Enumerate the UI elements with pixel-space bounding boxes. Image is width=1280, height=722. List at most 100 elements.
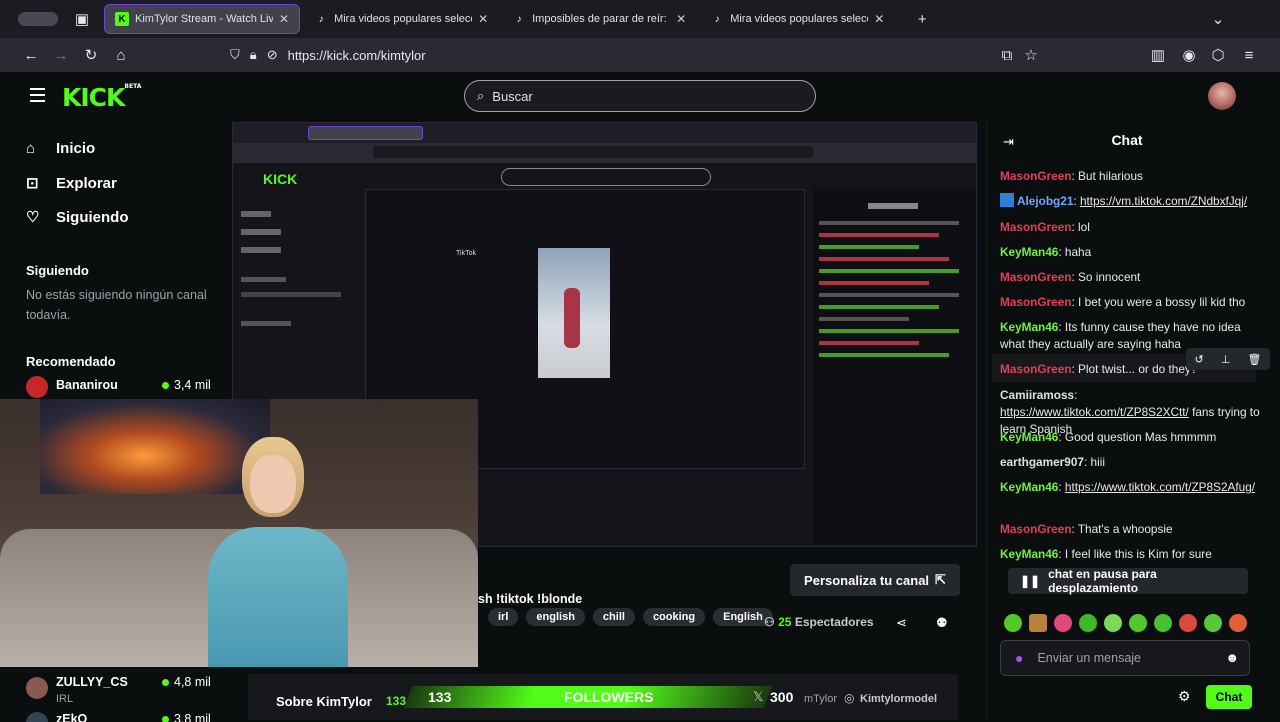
- menu-icon[interactable]: ≡: [1235, 41, 1263, 69]
- chat-input[interactable]: ● Enviar un mensaje ☻: [1000, 640, 1250, 676]
- tag-english[interactable]: english: [526, 608, 585, 626]
- chat-message[interactable]: KeyMan46: I feel like this is Kim for su…: [1000, 546, 1262, 563]
- nested-tiktok-label: TikTok: [456, 250, 476, 257]
- emote-icon[interactable]: [1204, 614, 1222, 632]
- nested-search: [501, 168, 711, 186]
- microphone-icon[interactable]: ●: [1015, 650, 1023, 666]
- external-link-icon: ⇱: [935, 572, 946, 587]
- close-icon[interactable]: ✕: [279, 12, 289, 26]
- pause-icon: ❚❚: [1020, 574, 1041, 588]
- emote-icon[interactable]: [1104, 614, 1122, 632]
- tab-list-chevron-icon[interactable]: ⌄: [1204, 5, 1232, 33]
- delete-icon[interactable]: 🗑︎: [1247, 353, 1261, 366]
- tab-tiktok-1[interactable]: ♪ Mira videos populares seleccion ✕: [304, 4, 498, 34]
- hamburger-menu-icon[interactable]: [30, 88, 45, 102]
- following-empty-text: No estás siguiendo ningún canal todavía.: [26, 288, 207, 322]
- followers-goal-number: 133: [386, 694, 407, 708]
- stream-area: KICK TikTok sh !tiktok !blonde irl engli…: [0, 120, 986, 720]
- sidebar-item-inicio[interactable]: ⌂ Inicio: [26, 140, 95, 157]
- chat-message[interactable]: MasonGreen: lol: [1000, 219, 1262, 236]
- instagram-icon[interactable]: ◎: [844, 691, 854, 705]
- tag-chill[interactable]: chill: [592, 608, 635, 626]
- share-icon[interactable]: ⋖: [896, 615, 907, 631]
- chat-message[interactable]: KeyMan46: haha: [1000, 244, 1262, 261]
- lock-icon[interactable]: 🔒︎: [250, 47, 257, 63]
- chat-message[interactable]: earthgamer907: hiii: [1000, 454, 1262, 471]
- bookmark-star-icon[interactable]: ☆: [1017, 41, 1045, 69]
- tab-overview-icon[interactable]: ▣: [68, 5, 96, 33]
- webcam-overlay: [0, 399, 478, 667]
- tab-tiktok-2[interactable]: ♪ Imposibles de parar de reír: mon ✕: [502, 4, 696, 34]
- tag-cooking[interactable]: cooking: [642, 608, 706, 626]
- chat-message[interactable]: MasonGreen: I bet you were a bossy lil k…: [1000, 294, 1262, 311]
- tag-irl[interactable]: irl: [488, 608, 519, 626]
- sidebar-item-siguiendo[interactable]: ♡ Siguiendo: [26, 208, 129, 227]
- shield-icon[interactable]: ⛉: [230, 47, 240, 63]
- extensions-icon[interactable]: ⬡: [1204, 41, 1232, 69]
- chat-message[interactable]: MasonGreen: But hilarious: [1000, 168, 1262, 185]
- recommended-channel-zullyy[interactable]: ZULLYY_CS IRL 4,8 mil: [26, 675, 216, 711]
- home-icon[interactable]: ⌂: [107, 41, 135, 69]
- chat-message[interactable]: Alejobg21: https://vm.tiktok.com/ZNdbxfJ…: [1000, 193, 1262, 210]
- recommended-channel-bananirou[interactable]: Bananirou 3,4 mil: [26, 376, 216, 398]
- emote-icon[interactable]: [1179, 614, 1197, 632]
- sidebar-item-explorar[interactable]: ⊡ Explorar: [26, 174, 117, 193]
- heart-icon: ♡: [26, 209, 40, 226]
- account-icon[interactable]: ◉: [1175, 41, 1203, 69]
- about-section: Sobre KimTylor 133 133 FOLLOWERS 𝕏 300 m…: [248, 674, 958, 720]
- nested-kick-logo: KICK: [263, 171, 298, 187]
- tab-kimtylor[interactable]: K KimTylor Stream - Watch Live on Kick ✕: [104, 4, 301, 34]
- tiktok-icon: ♪: [318, 13, 324, 25]
- emote-icon[interactable]: [1054, 614, 1072, 632]
- close-icon[interactable]: ✕: [874, 12, 884, 26]
- sidebar-icon[interactable]: ▥: [1144, 41, 1172, 69]
- social-handle-short: mTylor: [804, 693, 837, 705]
- customize-channel-button[interactable]: Personaliza tu canal ⇱: [790, 564, 960, 596]
- url-text[interactable]: https://kick.com/kimtylor: [288, 48, 426, 63]
- search-input[interactable]: ⌕ Buscar: [464, 80, 816, 112]
- pin-icon[interactable]: ⊥: [1221, 353, 1231, 366]
- new-tab-button[interactable]: +: [908, 5, 936, 33]
- followers-label: FOLLOWERS: [564, 689, 654, 705]
- emote-icon[interactable]: [1229, 614, 1247, 632]
- compass-icon: ⊡: [26, 175, 39, 192]
- permissions-icon[interactable]: ⊘: [267, 47, 278, 63]
- people-icon: ⚇: [764, 615, 775, 629]
- tab-tiktok-3[interactable]: ♪ Mira videos populares seleccion ✕: [700, 4, 894, 34]
- avatar[interactable]: [1208, 82, 1236, 110]
- tiktok-icon: ♪: [516, 13, 522, 25]
- url-bar[interactable]: ⛉ 🔒︎ ⊘ https://kick.com/kimtylor: [230, 42, 1050, 68]
- close-icon[interactable]: ✕: [478, 12, 488, 26]
- forward-icon[interactable]: →: [47, 41, 75, 69]
- chat-settings-gear-icon[interactable]: ⚙: [1178, 688, 1191, 705]
- chat-message[interactable]: MasonGreen: That's a whoopsie: [1000, 521, 1262, 538]
- followers-count: 133: [428, 689, 452, 705]
- follow-user-icon[interactable]: ⚉: [936, 615, 948, 631]
- emote-icon[interactable]: [1129, 614, 1147, 632]
- chat-message[interactable]: KeyMan46: Good question Mas hmmmm: [1000, 429, 1262, 446]
- recommended-channel-zeko[interactable]: zEkO 3,8 mil: [26, 712, 216, 722]
- x-icon[interactable]: 𝕏: [753, 689, 763, 705]
- chat-title: Chat: [1111, 132, 1143, 148]
- tiktok-video-frame: [538, 248, 610, 378]
- chat-paused-button[interactable]: ❚❚ chat en pausa para desplazamiento: [1008, 567, 1248, 595]
- emoji-icon[interactable]: ☻: [1225, 650, 1239, 665]
- sidebar-toggle-icon[interactable]: [8, 5, 68, 33]
- emote-icon[interactable]: [1004, 614, 1022, 632]
- kick-header: KICKBETA ⌕ Buscar: [0, 72, 1280, 120]
- search-icon: ⌕: [477, 88, 485, 103]
- reload-icon[interactable]: ↻: [77, 41, 105, 69]
- emote-icon[interactable]: [1079, 614, 1097, 632]
- emote-icon[interactable]: [1029, 614, 1047, 632]
- reply-icon[interactable]: ↺: [1195, 353, 1204, 366]
- send-chat-button[interactable]: Chat: [1206, 685, 1252, 709]
- recommended-heading: Recomendado: [26, 354, 116, 369]
- kick-logo[interactable]: KICKBETA: [62, 83, 141, 112]
- social-handle[interactable]: Kimtylormodel: [860, 693, 937, 705]
- emote-icon[interactable]: [1154, 614, 1172, 632]
- stream-title-fragment: sh !tiktok !blonde: [478, 592, 583, 606]
- chat-message[interactable]: KeyMan46: https://www.tiktok.com/t/ZP8S2…: [1000, 479, 1262, 496]
- close-icon[interactable]: ✕: [676, 12, 686, 26]
- chat-message[interactable]: MasonGreen: So innocent: [1000, 269, 1262, 286]
- back-icon[interactable]: ←: [17, 41, 45, 69]
